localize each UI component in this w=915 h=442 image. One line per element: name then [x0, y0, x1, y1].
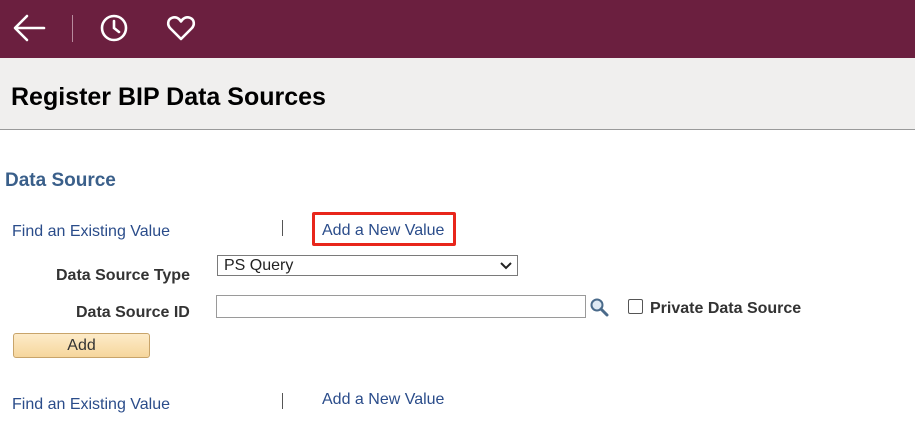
- private-data-source-label: Private Data Source: [650, 300, 802, 317]
- link-divider-bottom: [282, 393, 283, 409]
- clock-icon[interactable]: [99, 13, 129, 43]
- arrow-left-icon[interactable]: [12, 13, 46, 43]
- find-existing-value-link-bottom[interactable]: Find an Existing Value: [12, 396, 170, 414]
- find-existing-value-link[interactable]: Find an Existing Value: [12, 223, 170, 241]
- section-title: Data Source: [5, 170, 116, 191]
- lookup-search-icon[interactable]: [589, 297, 609, 317]
- heart-icon[interactable]: [166, 13, 196, 43]
- top-navigation-bar: [0, 0, 915, 58]
- link-divider: [282, 220, 283, 236]
- add-new-value-link[interactable]: Add a New Value: [322, 222, 444, 240]
- data-source-type-label: Data Source Type: [56, 267, 190, 284]
- add-new-value-link-bottom[interactable]: Add a New Value: [322, 391, 444, 409]
- data-source-type-value: PS Query: [224, 257, 294, 274]
- data-source-type-select[interactable]: PS Query: [217, 255, 518, 276]
- data-source-id-input[interactable]: [216, 295, 586, 318]
- page-title: Register BIP Data Sources: [11, 83, 326, 111]
- page-header: Register BIP Data Sources: [0, 58, 915, 130]
- data-source-id-label: Data Source ID: [76, 304, 190, 321]
- chevron-down-icon: [500, 262, 512, 270]
- add-button[interactable]: Add: [13, 333, 150, 358]
- private-data-source-checkbox[interactable]: [628, 299, 643, 314]
- toolbar-divider: [72, 15, 73, 42]
